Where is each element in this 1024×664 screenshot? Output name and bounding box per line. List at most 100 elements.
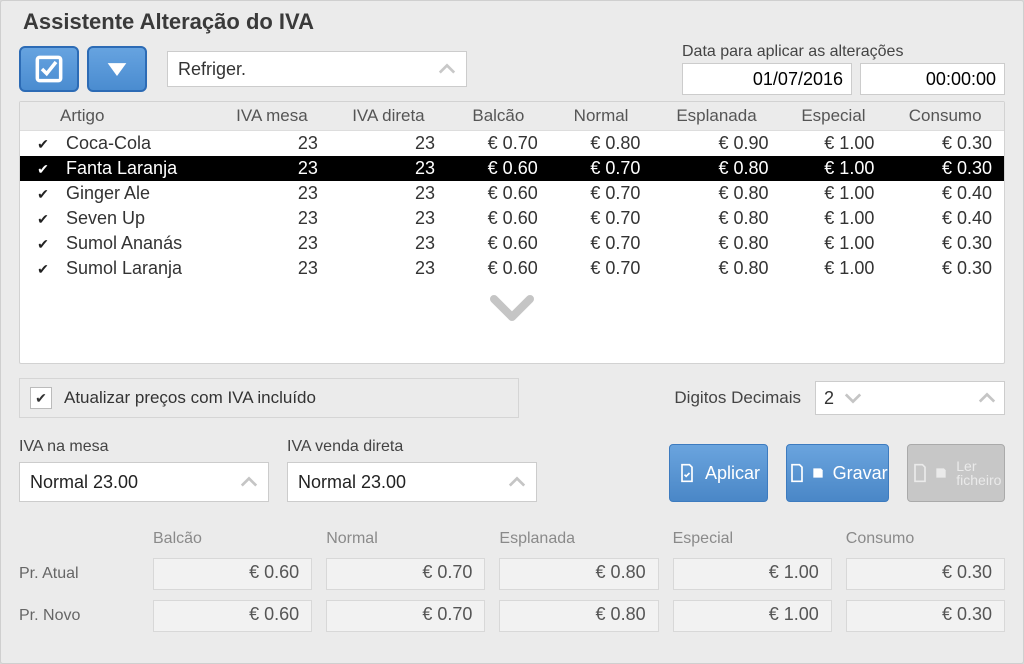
dropdown-button[interactable] <box>87 46 147 92</box>
top-toolbar: Refriger. Data para aplicar as alteraçõe… <box>19 43 1005 95</box>
scroll-down-icon[interactable] <box>20 281 1004 363</box>
options-row: ✔ Atualizar preços com IVA incluído Digi… <box>19 378 1005 418</box>
chevron-up-icon[interactable] <box>508 472 526 493</box>
iva-mesa-value: Normal 23.00 <box>30 472 138 493</box>
filter-input[interactable]: Refriger. <box>167 51 467 87</box>
iva-mesa-select[interactable]: Normal 23.00 <box>19 462 269 502</box>
update-prices-checkbox[interactable]: ✔ Atualizar preços com IVA incluído <box>19 378 519 418</box>
cell-consumo: € 0.40 <box>886 206 1004 231</box>
col-balcao: Balcão <box>447 102 550 131</box>
cell-iva-mesa: 23 <box>214 156 330 181</box>
col-iva-mesa: IVA mesa <box>214 102 330 131</box>
row-checkmark-icon <box>37 208 49 228</box>
read-file-label-bottom: ficheiro <box>956 473 1001 487</box>
iva-direta-group: IVA venda direta Normal 23.00 <box>287 438 537 502</box>
novo-balcao: € 0.60 <box>153 600 312 632</box>
table-row[interactable]: Fanta Laranja2323€ 0.60€ 0.70€ 0.80€ 1.0… <box>20 156 1004 181</box>
apply-button[interactable]: Aplicar <box>669 444 767 502</box>
floppy-icon <box>811 466 825 480</box>
cell-artigo: Fanta Laranja <box>54 156 214 181</box>
iva-direta-select[interactable]: Normal 23.00 <box>287 462 537 502</box>
novo-esplanada: € 0.80 <box>499 600 658 632</box>
document-apply-icon <box>677 462 697 484</box>
atual-consumo: € 0.30 <box>846 558 1005 590</box>
cell-especial: € 1.00 <box>781 231 887 256</box>
row-checkmark-icon <box>37 233 49 253</box>
atual-esplanada: € 0.80 <box>499 558 658 590</box>
cell-consumo: € 0.30 <box>886 256 1004 281</box>
table-row[interactable]: Ginger Ale2323€ 0.60€ 0.70€ 0.80€ 1.00€ … <box>20 181 1004 206</box>
cell-iva-mesa: 23 <box>214 181 330 206</box>
cell-balcao: € 0.60 <box>447 181 550 206</box>
cell-iva-direta: 23 <box>330 206 447 231</box>
row-checkmark-icon <box>37 158 49 178</box>
col-balcao-label: Balcão <box>153 530 312 548</box>
row-checkmark-icon <box>37 258 49 278</box>
table-row[interactable]: Sumol Ananás2323€ 0.60€ 0.70€ 0.80€ 1.00… <box>20 231 1004 256</box>
cell-iva-direta: 23 <box>330 231 447 256</box>
row-novo-label: Pr. Novo <box>19 600 139 632</box>
cell-especial: € 1.00 <box>781 256 887 281</box>
window-title: Assistente Alteração do IVA <box>19 1 1005 39</box>
cell-esplanada: € 0.80 <box>652 206 780 231</box>
cell-balcao: € 0.60 <box>447 256 550 281</box>
table-row[interactable]: Coca-Cola2323€ 0.70€ 0.80€ 0.90€ 1.00€ 0… <box>20 131 1004 157</box>
filter-value: Refriger. <box>178 59 246 80</box>
chevron-down-icon[interactable] <box>844 388 862 409</box>
chevron-up-icon[interactable] <box>240 472 258 493</box>
cell-iva-direta: 23 <box>330 131 447 157</box>
iva-mesa-label: IVA na mesa <box>19 438 269 456</box>
cell-especial: € 1.00 <box>781 131 887 157</box>
cell-iva-direta: 23 <box>330 156 447 181</box>
cell-artigo: Coca-Cola <box>54 131 214 157</box>
cell-balcao: € 0.70 <box>447 131 550 157</box>
col-consumo: Consumo <box>886 102 1004 131</box>
col-esplanada: Esplanada <box>652 102 780 131</box>
novo-normal: € 0.70 <box>326 600 485 632</box>
cell-consumo: € 0.30 <box>886 131 1004 157</box>
save-button[interactable]: Gravar <box>786 444 889 502</box>
cell-balcao: € 0.60 <box>447 156 550 181</box>
cell-esplanada: € 0.80 <box>652 156 780 181</box>
col-especial: Especial <box>781 102 887 131</box>
select-all-button[interactable] <box>19 46 79 92</box>
floppy-icon <box>934 466 948 480</box>
document-icon <box>910 462 930 484</box>
cell-balcao: € 0.60 <box>447 231 550 256</box>
decimal-digits-spinner[interactable]: 2 <box>815 381 1005 415</box>
cell-consumo: € 0.40 <box>886 181 1004 206</box>
price-compare-grid: Balcão Normal Esplanada Especial Consumo… <box>19 530 1005 632</box>
cell-iva-direta: 23 <box>330 256 447 281</box>
cell-esplanada: € 0.80 <box>652 231 780 256</box>
chevron-up-icon[interactable] <box>978 388 996 409</box>
table-row[interactable]: Sumol Laranja2323€ 0.60€ 0.70€ 0.80€ 1.0… <box>20 256 1004 281</box>
time-input[interactable] <box>860 63 1005 95</box>
iva-wizard-window: Assistente Alteração do IVA Refriger. Da… <box>0 0 1024 664</box>
cell-consumo: € 0.30 <box>886 231 1004 256</box>
cell-artigo: Ginger Ale <box>54 181 214 206</box>
decimal-digits-label: Digitos Decimais <box>674 388 801 408</box>
iva-mesa-group: IVA na mesa Normal 23.00 <box>19 438 269 502</box>
table-row[interactable]: Seven Up2323€ 0.60€ 0.70€ 0.80€ 1.00€ 0.… <box>20 206 1004 231</box>
col-normal-label: Normal <box>326 530 485 548</box>
iva-direta-value: Normal 23.00 <box>298 472 406 493</box>
read-file-button[interactable]: Ler ficheiro <box>907 444 1005 502</box>
cell-iva-direta: 23 <box>330 181 447 206</box>
cell-iva-mesa: 23 <box>214 206 330 231</box>
decimal-digits-value: 2 <box>824 388 834 409</box>
date-input[interactable] <box>682 63 852 95</box>
apply-date-label: Data para aplicar as alterações <box>682 43 903 61</box>
update-prices-label: Atualizar preços com IVA incluído <box>64 388 316 408</box>
apply-button-label: Aplicar <box>705 463 760 484</box>
cell-normal: € 0.70 <box>550 231 653 256</box>
col-normal: Normal <box>550 102 653 131</box>
read-file-label-top: Ler <box>956 459 976 473</box>
novo-consumo: € 0.30 <box>846 600 1005 632</box>
cell-esplanada: € 0.90 <box>652 131 780 157</box>
document-icon <box>787 462 807 484</box>
cell-artigo: Seven Up <box>54 206 214 231</box>
checkmark-icon: ✔ <box>30 387 52 409</box>
cell-iva-mesa: 23 <box>214 231 330 256</box>
col-iva-direta: IVA direta <box>330 102 447 131</box>
chevron-up-icon[interactable] <box>438 59 456 80</box>
